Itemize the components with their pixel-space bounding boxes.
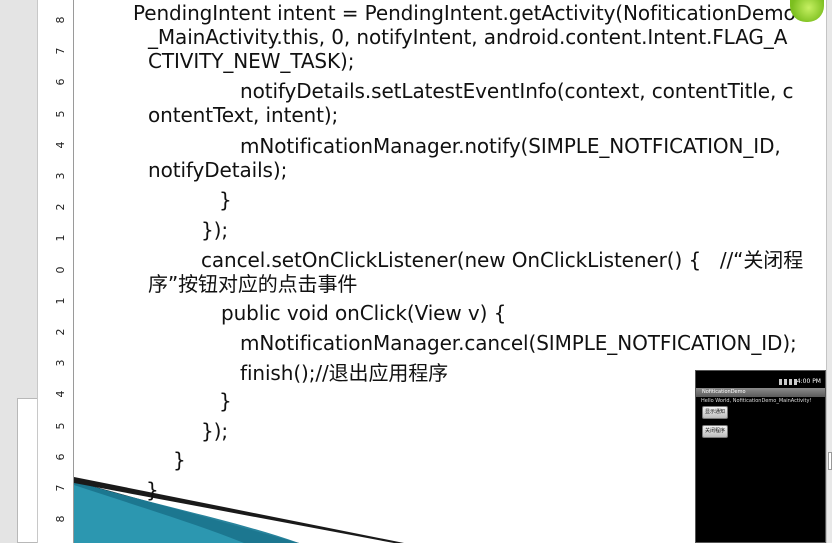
ruler-label-1: 1	[54, 234, 67, 242]
show-notification-button[interactable]: 显示通知	[702, 406, 728, 419]
code-line-13[interactable]: mNotificationManager.cancel(SIMPLE_NOTFI…	[240, 331, 797, 355]
emulator-status-time: 4:00 PM	[796, 378, 821, 385]
ruler-label-7b: 7	[54, 484, 67, 492]
close-app-button[interactable]: 关闭程序	[702, 425, 728, 438]
right-scroll-handle[interactable]	[828, 452, 832, 470]
code-line-15[interactable]: }	[219, 389, 232, 413]
android-emulator-screenshot: 4:00 PM NofiticationDemo Hello World, No…	[695, 370, 826, 543]
code-line-9[interactable]: });	[201, 218, 228, 242]
ruler-label-2b: 2	[54, 328, 67, 336]
vertical-ruler: 8 7 6 5 4 3 2 1 0 1 2 3 4 5 6 7 8	[37, 0, 74, 543]
ruler-label-8b: 8	[54, 515, 67, 523]
ruler-label-1b: 1	[54, 297, 67, 305]
code-line-10[interactable]: cancel.setOnClickListener(new OnClickLis…	[201, 248, 803, 272]
ruler-label-8: 8	[54, 16, 67, 24]
code-line-6[interactable]: mNotificationManager.notify(SIMPLE_NOTFI…	[240, 134, 781, 158]
ruler-label-7: 7	[54, 47, 67, 55]
code-line-7[interactable]: notifyDetails);	[148, 158, 287, 182]
code-line-5[interactable]: ontentText, intent);	[148, 103, 338, 127]
code-line-18[interactable]: }	[146, 478, 159, 502]
code-line-14[interactable]: finish();//退出应用程序	[240, 361, 448, 385]
ruler-label-6b: 6	[54, 453, 67, 461]
ruler-label-5: 5	[54, 110, 67, 118]
ruler-label-6: 6	[54, 78, 67, 86]
signal-battery-icon	[779, 379, 797, 385]
ruler-label-2: 2	[54, 203, 67, 211]
ruler-label-0: 0	[54, 266, 67, 274]
ruler-label-5b: 5	[54, 422, 67, 430]
code-line-17[interactable]: }	[173, 448, 186, 472]
swoosh-decoration	[74, 477, 404, 543]
ruler-label-3: 3	[54, 172, 67, 180]
ruler-label-4: 4	[54, 141, 67, 149]
code-line-3[interactable]: CTIVITY_NEW_TASK);	[148, 49, 354, 73]
ruler-label-3b: 3	[54, 359, 67, 367]
left-panel-box	[17, 398, 37, 543]
code-line-12[interactable]: public void onClick(View v) {	[221, 301, 506, 325]
code-line-1[interactable]: PendingIntent intent = PendingIntent.get…	[133, 1, 796, 25]
emulator-hello-text: Hello World, NofiticationDemo_MainActivi…	[701, 398, 812, 404]
emulator-app-title: NofiticationDemo	[696, 388, 825, 397]
code-line-4[interactable]: notifyDetails.setLatestEventInfo(context…	[240, 79, 794, 103]
code-line-16[interactable]: });	[201, 419, 228, 443]
emulator-status-bar: 4:00 PM	[696, 377, 825, 387]
code-line-11[interactable]: 序”按钮对应的点击事件	[148, 272, 357, 296]
code-line-2[interactable]: _MainActivity.this, 0, notifyIntent, and…	[148, 25, 787, 49]
ruler-label-4b: 4	[54, 390, 67, 398]
code-line-8[interactable]: }	[219, 188, 232, 212]
